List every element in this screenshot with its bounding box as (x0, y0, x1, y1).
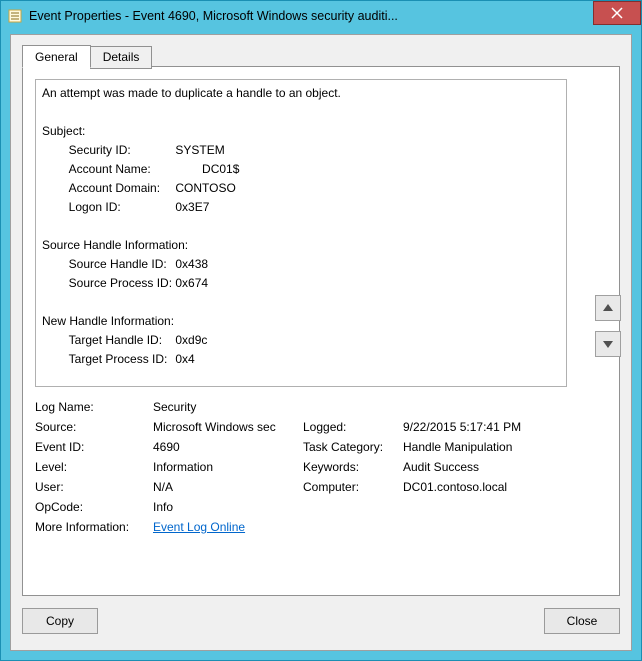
tab-general[interactable]: General (22, 45, 91, 68)
value-keywords: Audit Success (403, 457, 580, 477)
close-button[interactable]: Close (544, 608, 620, 634)
value-task-category: Handle Manipulation (403, 437, 580, 457)
copy-button[interactable]: Copy (22, 608, 98, 634)
value-computer: DC01.contoso.local (403, 477, 580, 497)
label-computer: Computer: (303, 477, 403, 497)
label-event-id: Event ID: (35, 437, 153, 457)
value-user: N/A (153, 477, 303, 497)
window-title: Event Properties - Event 4690, Microsoft… (29, 9, 641, 23)
value-opcode: Info (153, 497, 303, 517)
arrow-down-icon (602, 338, 614, 350)
label-source: Source: (35, 417, 153, 437)
label-logged: Logged: (303, 417, 403, 437)
titlebar: Event Properties - Event 4690, Microsoft… (1, 1, 641, 31)
next-event-button[interactable] (595, 331, 621, 357)
window-close-button[interactable] (593, 1, 641, 25)
value-logged: 9/22/2015 5:17:41 PM (403, 417, 580, 437)
event-fields: Log Name: Security Source: Microsoft Win… (35, 397, 580, 537)
label-keywords: Keywords: (303, 457, 403, 477)
side-nav-buttons (595, 295, 621, 357)
tab-details[interactable]: Details (90, 46, 153, 69)
label-user: User: (35, 477, 153, 497)
tab-panel-general: An attempt was made to duplicate a handl… (22, 66, 620, 596)
event-description-text[interactable]: An attempt was made to duplicate a handl… (35, 79, 567, 387)
label-task-category: Task Category: (303, 437, 403, 457)
event-properties-window: Event Properties - Event 4690, Microsoft… (0, 0, 642, 661)
value-source: Microsoft Windows sec (153, 417, 303, 437)
label-level: Level: (35, 457, 153, 477)
arrow-up-icon (602, 302, 614, 314)
client-area: General Details An attempt was made to d… (10, 34, 632, 651)
label-more-info: More Information: (35, 517, 153, 537)
link-event-log-online[interactable]: Event Log Online (153, 520, 245, 534)
prev-event-button[interactable] (595, 295, 621, 321)
app-icon (7, 8, 23, 24)
value-level: Information (153, 457, 303, 477)
value-log-name: Security (153, 397, 553, 417)
label-log-name: Log Name: (35, 397, 153, 417)
value-event-id: 4690 (153, 437, 303, 457)
dialog-button-bar: Copy Close (22, 608, 620, 638)
close-icon (611, 7, 623, 19)
tabstrip: General Details (22, 45, 152, 68)
label-opcode: OpCode: (35, 497, 153, 517)
